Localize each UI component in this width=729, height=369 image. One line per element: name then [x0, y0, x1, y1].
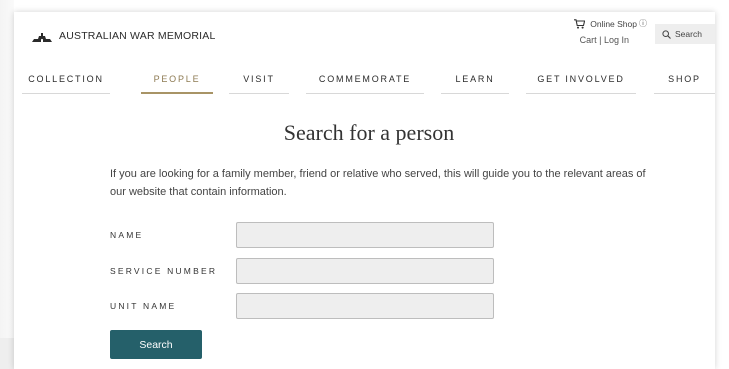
nav-item-people[interactable]: PEOPLE: [141, 72, 213, 94]
online-shop-label: Online Shop: [590, 18, 637, 29]
header-search-label: Search: [675, 29, 702, 39]
nav-item-get-involved[interactable]: GET INVOLVED: [526, 72, 636, 94]
screen: AUSTRALIAN WAR MEMORIAL Online Shop ⓘ Ca…: [0, 0, 729, 369]
shop-area: Online Shop ⓘ Cart | Log In: [567, 18, 647, 45]
site-logo[interactable]: AUSTRALIAN WAR MEMORIAL: [32, 30, 215, 42]
header-search-button[interactable]: Search: [655, 24, 715, 44]
search-icon: [662, 29, 671, 39]
service-number-row: SERVICE NUMBER: [110, 258, 510, 285]
backdrop-lower: [0, 338, 14, 369]
nav-item-learn[interactable]: LEARN: [441, 72, 509, 94]
search-button[interactable]: Search: [110, 330, 202, 359]
unit-name-label: UNIT NAME: [110, 301, 177, 311]
info-icon: ⓘ: [639, 19, 647, 28]
memorial-logo-icon: [32, 32, 52, 42]
web-page: AUSTRALIAN WAR MEMORIAL Online Shop ⓘ Ca…: [14, 12, 715, 369]
nav-item-collection[interactable]: COLLECTION: [22, 72, 110, 94]
backdrop: [0, 0, 14, 369]
unit-name-row: UNIT NAME: [110, 293, 510, 320]
name-input[interactable]: [236, 222, 494, 248]
nav-item-visit[interactable]: VISIT: [229, 72, 289, 94]
service-number-input[interactable]: [236, 258, 494, 284]
logo-text: AUSTRALIAN WAR MEMORIAL: [59, 30, 216, 42]
name-row: NAME: [110, 222, 510, 249]
intro-text: If you are looking for a family member, …: [110, 168, 646, 198]
main-nav: COLLECTION PEOPLE VISIT COMMEMORATE LEAR…: [14, 72, 715, 96]
page-title: Search for a person: [283, 120, 455, 145]
nav-item-commemorate[interactable]: COMMEMORATE: [306, 72, 424, 94]
unit-name-input[interactable]: [236, 293, 494, 319]
name-label: NAME: [110, 230, 144, 240]
cart-login-link[interactable]: Cart | Log In: [567, 35, 647, 45]
shopping-cart-icon: [574, 18, 586, 29]
online-shop-link[interactable]: Online Shop ⓘ: [567, 18, 647, 29]
service-number-label: SERVICE NUMBER: [110, 266, 218, 276]
nav-item-shop[interactable]: SHOP: [654, 72, 715, 94]
